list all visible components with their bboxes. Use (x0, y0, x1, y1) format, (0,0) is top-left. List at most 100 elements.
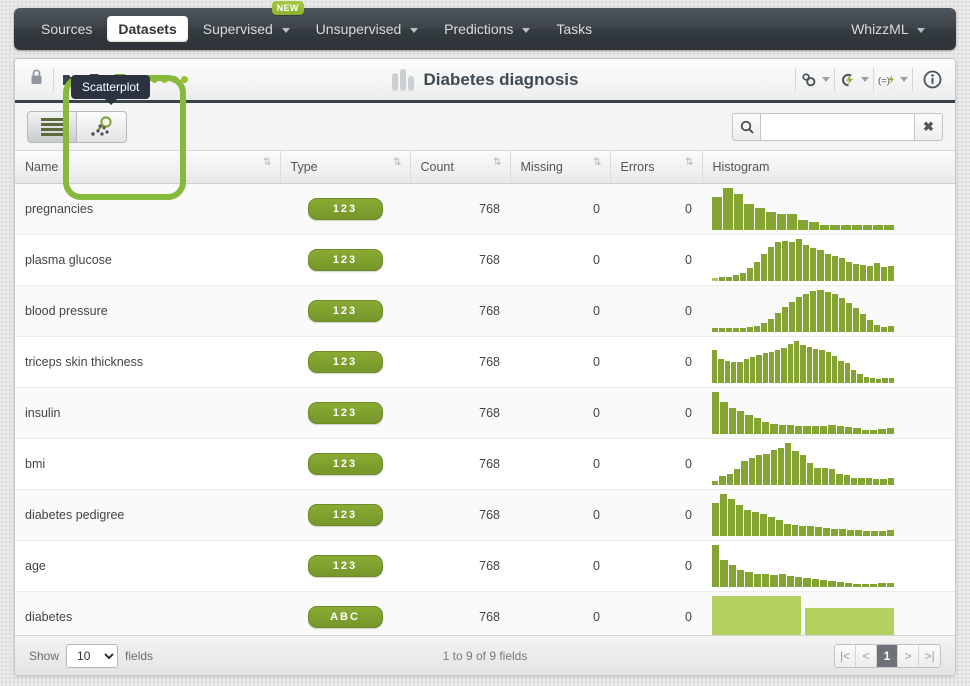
histogram-bar (866, 319, 873, 332)
histogram-bar (733, 193, 744, 230)
cell-missing: 0 (510, 438, 610, 490)
histogram-bar (795, 425, 803, 434)
histogram-bar (851, 224, 862, 230)
histogram (712, 595, 894, 638)
column-header-type[interactable]: Type ⇅ (280, 151, 411, 184)
histogram-bar (865, 477, 872, 485)
cell-field-type: 123 (280, 387, 410, 439)
histogram-bar (751, 511, 759, 536)
cell-field-type: 123 (280, 234, 410, 286)
histogram-bar (770, 574, 778, 587)
table-row[interactable]: insulin 123 768 0 0 (15, 387, 955, 439)
cell-field-type: 123 (280, 540, 410, 592)
column-header-count[interactable]: Count ⇅ (410, 151, 511, 184)
nav-item-datasets[interactable]: Datasets (107, 16, 188, 42)
histogram-bar (873, 224, 884, 230)
nav-item-supervised[interactable]: Supervised NEW (192, 1, 304, 42)
table-row[interactable]: blood pressure 123 768 0 0 (15, 285, 955, 337)
histogram-bar (712, 277, 719, 281)
gears-dropdown-icon[interactable] (800, 67, 830, 93)
histogram-bar (736, 410, 745, 434)
histogram-bar (813, 348, 819, 383)
histogram-bar (887, 325, 894, 332)
nav-item-whizzml[interactable]: WhizzML (840, 16, 936, 42)
nav-item-predictions[interactable]: Predictions (433, 16, 541, 42)
histogram-bar (761, 253, 768, 281)
histogram-bar (806, 346, 812, 383)
svg-text:(=): (=) (878, 75, 890, 86)
type-badge: 123 (307, 350, 383, 373)
column-header-errors[interactable]: Errors ⇅ (610, 151, 703, 184)
table-row[interactable]: diabetes pedigree 123 768 0 0 (15, 489, 955, 541)
type-badge: 123 (307, 401, 383, 424)
page-current[interactable]: 1 (877, 644, 898, 667)
lock-icon[interactable] (23, 69, 49, 90)
histogram-bar (733, 468, 741, 485)
search-icon[interactable] (732, 112, 760, 141)
formula-lightning-icon[interactable]: (=) (878, 67, 908, 93)
app-root: Sources Datasets Supervised NEW Unsuperv… (0, 0, 970, 686)
cloud-lightning-icon[interactable] (839, 67, 869, 93)
list-glyph (41, 117, 63, 136)
histogram-bar (819, 349, 825, 383)
header-actions: (=) (791, 67, 947, 93)
table-row[interactable]: plasma glucose 123 768 0 0 (15, 234, 955, 286)
histogram-bar (871, 530, 879, 536)
histogram-bar (839, 528, 847, 536)
table-row[interactable]: bmi 123 768 0 0 (15, 438, 955, 490)
cell-field-type: 123 (280, 285, 410, 337)
table-row[interactable]: age 123 768 0 0 (15, 540, 955, 592)
close-icon[interactable]: ✖ (915, 112, 943, 141)
histogram-bar (733, 327, 740, 332)
scatterplot-view-icon[interactable] (77, 110, 127, 143)
page-first-button[interactable]: |< (835, 644, 856, 667)
histogram (712, 187, 895, 230)
page-prev-button[interactable]: < (856, 644, 877, 667)
nav-item-tasks[interactable]: Tasks (545, 16, 603, 42)
cell-count: 768 (410, 183, 510, 235)
nav-item-unsupervised[interactable]: Unsupervised (305, 16, 430, 42)
nav-label: Predictions (444, 21, 514, 37)
histogram-bar (852, 263, 859, 281)
page-last-button[interactable]: >| (919, 644, 940, 667)
list-view-icon[interactable] (27, 110, 77, 143)
column-header-missing[interactable]: Missing ⇅ (510, 151, 611, 184)
cell-errors: 0 (610, 234, 702, 286)
cell-field-type: 123 (280, 438, 410, 490)
histogram-bar (720, 401, 728, 434)
column-header-name[interactable]: Name ⇅ (15, 151, 281, 184)
cell-field-name: insulin (15, 387, 280, 439)
search-input[interactable] (760, 112, 915, 141)
nav-item-sources[interactable]: Sources (30, 16, 103, 42)
histogram-bar (878, 428, 886, 434)
page-next-button[interactable]: > (898, 644, 919, 667)
histogram-bar (763, 453, 770, 485)
histogram-bar (775, 519, 783, 536)
histogram-bar (762, 352, 768, 383)
table-row[interactable]: triceps skin thickness 123 768 0 0 (15, 336, 955, 388)
histogram-bar (798, 219, 808, 230)
table-row[interactable]: pregnancies 123 768 0 0 (15, 183, 955, 235)
histogram-bar (776, 213, 787, 230)
histogram-bar (783, 523, 791, 536)
histogram-bar (888, 377, 895, 383)
histogram-bar (768, 318, 775, 332)
dataset-bars-icon (391, 68, 414, 91)
histogram-bar (803, 425, 811, 434)
cell-histogram (702, 540, 955, 592)
histogram-bar (820, 579, 828, 587)
histogram-bar (767, 516, 775, 536)
cell-missing: 0 (510, 540, 610, 592)
histogram-bar (778, 424, 786, 434)
histogram-bar (873, 324, 880, 332)
histogram-bar (838, 297, 845, 332)
info-icon[interactable] (917, 67, 947, 93)
histogram-bar (712, 595, 801, 638)
histogram-bar (863, 530, 871, 536)
histogram (712, 442, 894, 485)
cell-field-name: pregnancies (15, 183, 280, 235)
dataset-card: Diabetes diagnosis (=) ✖ Scatterplot Nam… (14, 58, 956, 676)
cell-field-type: 123 (280, 183, 410, 235)
cell-count: 768 (410, 234, 510, 286)
cell-errors: 0 (610, 438, 702, 490)
